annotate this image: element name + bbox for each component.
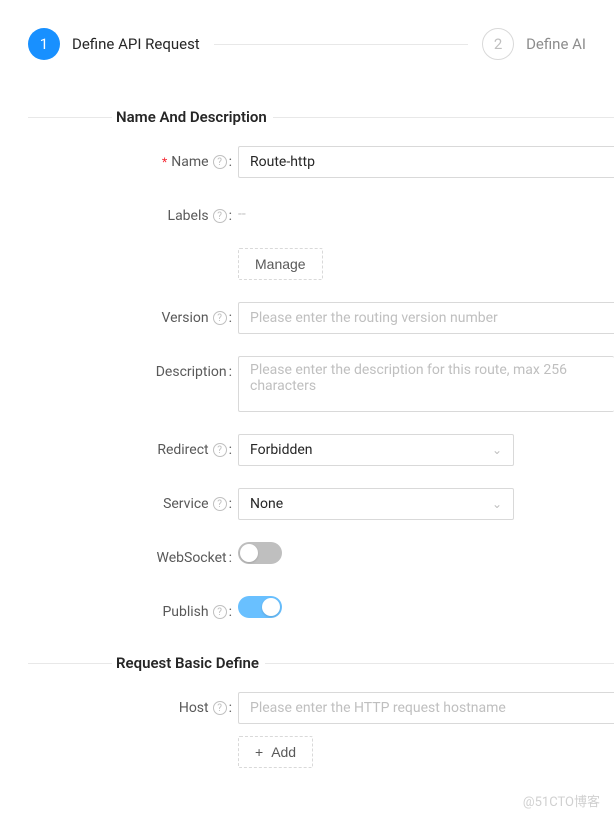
colon: : bbox=[229, 154, 232, 170]
row-service: Service ? : None ⌄ bbox=[28, 488, 614, 520]
help-icon[interactable]: ? bbox=[213, 209, 227, 223]
label-name: Name bbox=[171, 154, 208, 170]
publish-toggle[interactable] bbox=[238, 596, 282, 618]
step-2-title: Define AI bbox=[526, 35, 586, 53]
watermark: @51CTO博客 bbox=[523, 791, 600, 810]
row-redirect: Redirect ? : Forbidden ⌄ bbox=[28, 434, 614, 466]
row-host: Host ? : bbox=[28, 692, 614, 724]
websocket-toggle[interactable] bbox=[238, 542, 282, 564]
section-title-request-basic: Request Basic Define bbox=[112, 654, 265, 672]
plus-icon: + bbox=[255, 744, 263, 760]
help-icon[interactable]: ? bbox=[213, 497, 227, 511]
wizard-steps: 1 Define API Request 2 Define AI bbox=[0, 0, 614, 60]
step-2-number: 2 bbox=[482, 28, 514, 60]
step-2[interactable]: 2 Define AI bbox=[482, 28, 586, 60]
row-websocket: WebSocket : bbox=[28, 542, 614, 574]
name-input[interactable] bbox=[238, 146, 614, 178]
step-1-title: Define API Request bbox=[72, 35, 200, 53]
label-publish: Publish bbox=[162, 604, 208, 620]
row-labels-manage: Manage bbox=[28, 248, 614, 280]
service-value: None bbox=[250, 496, 283, 512]
help-icon[interactable]: ? bbox=[213, 605, 227, 619]
label-redirect: Redirect bbox=[157, 442, 208, 458]
row-description: Description : bbox=[28, 356, 614, 412]
host-input[interactable] bbox=[238, 692, 614, 724]
help-icon[interactable]: ? bbox=[213, 701, 227, 715]
add-host-button[interactable]: + Add bbox=[238, 736, 313, 768]
service-select[interactable]: None ⌄ bbox=[238, 488, 514, 520]
required-marker: * bbox=[162, 154, 167, 170]
redirect-value: Forbidden bbox=[250, 442, 313, 458]
toggle-knob bbox=[240, 544, 258, 562]
manage-labels-label: Manage bbox=[255, 256, 306, 272]
row-labels: Labels ? : -- bbox=[28, 200, 614, 232]
row-name: * Name ? : bbox=[28, 146, 614, 178]
version-input[interactable] bbox=[238, 302, 614, 334]
label-version: Version bbox=[161, 310, 208, 326]
help-icon[interactable]: ? bbox=[213, 155, 227, 169]
description-input[interactable] bbox=[238, 356, 614, 412]
chevron-down-icon: ⌄ bbox=[492, 443, 502, 457]
label-description: Description bbox=[156, 364, 227, 380]
label-service: Service bbox=[163, 496, 209, 512]
chevron-down-icon: ⌄ bbox=[492, 497, 502, 511]
label-host: Host bbox=[179, 700, 209, 716]
step-divider bbox=[214, 44, 468, 45]
labels-empty: -- bbox=[238, 200, 246, 222]
row-version: Version ? : bbox=[28, 302, 614, 334]
row-publish: Publish ? : bbox=[28, 596, 614, 628]
step-1-number: 1 bbox=[28, 28, 60, 60]
row-host-add: + Add bbox=[28, 736, 614, 768]
toggle-knob bbox=[262, 598, 280, 616]
label-labels: Labels bbox=[168, 208, 209, 224]
redirect-select[interactable]: Forbidden ⌄ bbox=[238, 434, 514, 466]
help-icon[interactable]: ? bbox=[213, 311, 227, 325]
section-request-basic-header: Request Basic Define bbox=[28, 654, 614, 672]
step-1[interactable]: 1 Define API Request bbox=[28, 28, 200, 60]
section-name-description-header: Name And Description bbox=[28, 108, 614, 126]
add-host-label: Add bbox=[271, 744, 296, 760]
section-title-name-desc: Name And Description bbox=[112, 108, 273, 126]
help-icon[interactable]: ? bbox=[213, 443, 227, 457]
manage-labels-button[interactable]: Manage bbox=[238, 248, 323, 280]
label-websocket: WebSocket bbox=[157, 550, 227, 566]
